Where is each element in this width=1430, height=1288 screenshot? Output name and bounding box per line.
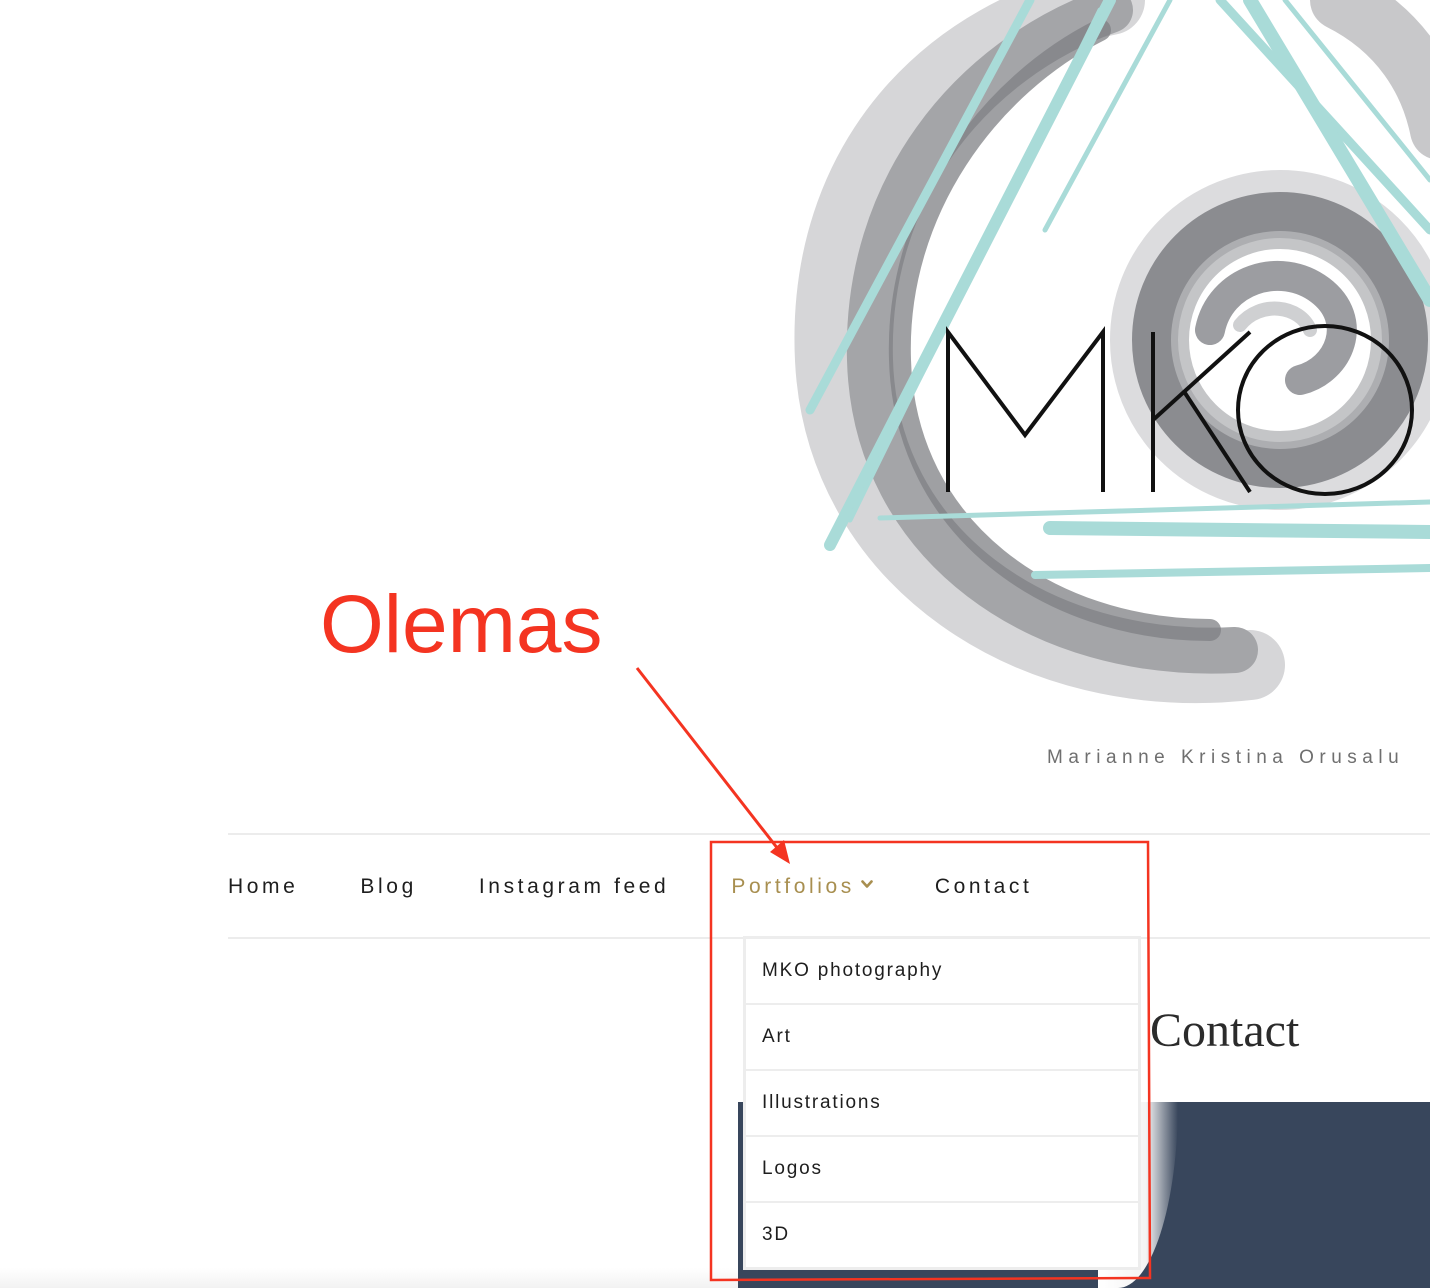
nav-item-label: Instagram feed xyxy=(478,875,670,898)
nav-item-blog[interactable]: Blog xyxy=(360,875,416,899)
chevron-down-icon xyxy=(861,879,873,888)
dropdown-item-mko-photography[interactable]: MKO photography xyxy=(746,939,1138,1005)
nav-item-instagram-feed[interactable]: Instagram feed xyxy=(479,875,669,899)
site-tagline: Marianne Kristina Orusalu xyxy=(1047,747,1405,768)
portfolios-dropdown-menu: MKO photography Art Illustrations Logos … xyxy=(743,936,1141,1270)
page: Marianne Kristina Orusalu Home Blog Inst… xyxy=(0,0,1430,1288)
nav-item-label: Portfolios xyxy=(731,875,855,898)
nav-divider-top xyxy=(228,833,1430,835)
dropdown-item-art[interactable]: Art xyxy=(746,1005,1138,1071)
dropdown-item-illustrations[interactable]: Illustrations xyxy=(746,1071,1138,1137)
nav-item-home[interactable]: Home xyxy=(228,875,298,899)
mko-logo[interactable] xyxy=(780,0,1430,720)
page-bottom-edge xyxy=(0,1268,738,1288)
dropdown-item-logos[interactable]: Logos xyxy=(746,1137,1138,1203)
nav-item-label: Home xyxy=(228,875,299,898)
nav-item-portfolios[interactable]: Portfolios xyxy=(731,875,873,899)
annotation-label: Olemas xyxy=(320,579,603,670)
main-navigation: Home Blog Instagram feed Portfolios Cont… xyxy=(228,870,1094,904)
nav-item-label: Contact xyxy=(934,875,1033,898)
nav-item-contact[interactable]: Contact xyxy=(935,875,1033,899)
dropdown-item-3d[interactable]: 3D xyxy=(746,1203,1138,1267)
nav-item-label: Blog xyxy=(360,875,417,898)
page-title: Contact xyxy=(1150,1004,1300,1057)
